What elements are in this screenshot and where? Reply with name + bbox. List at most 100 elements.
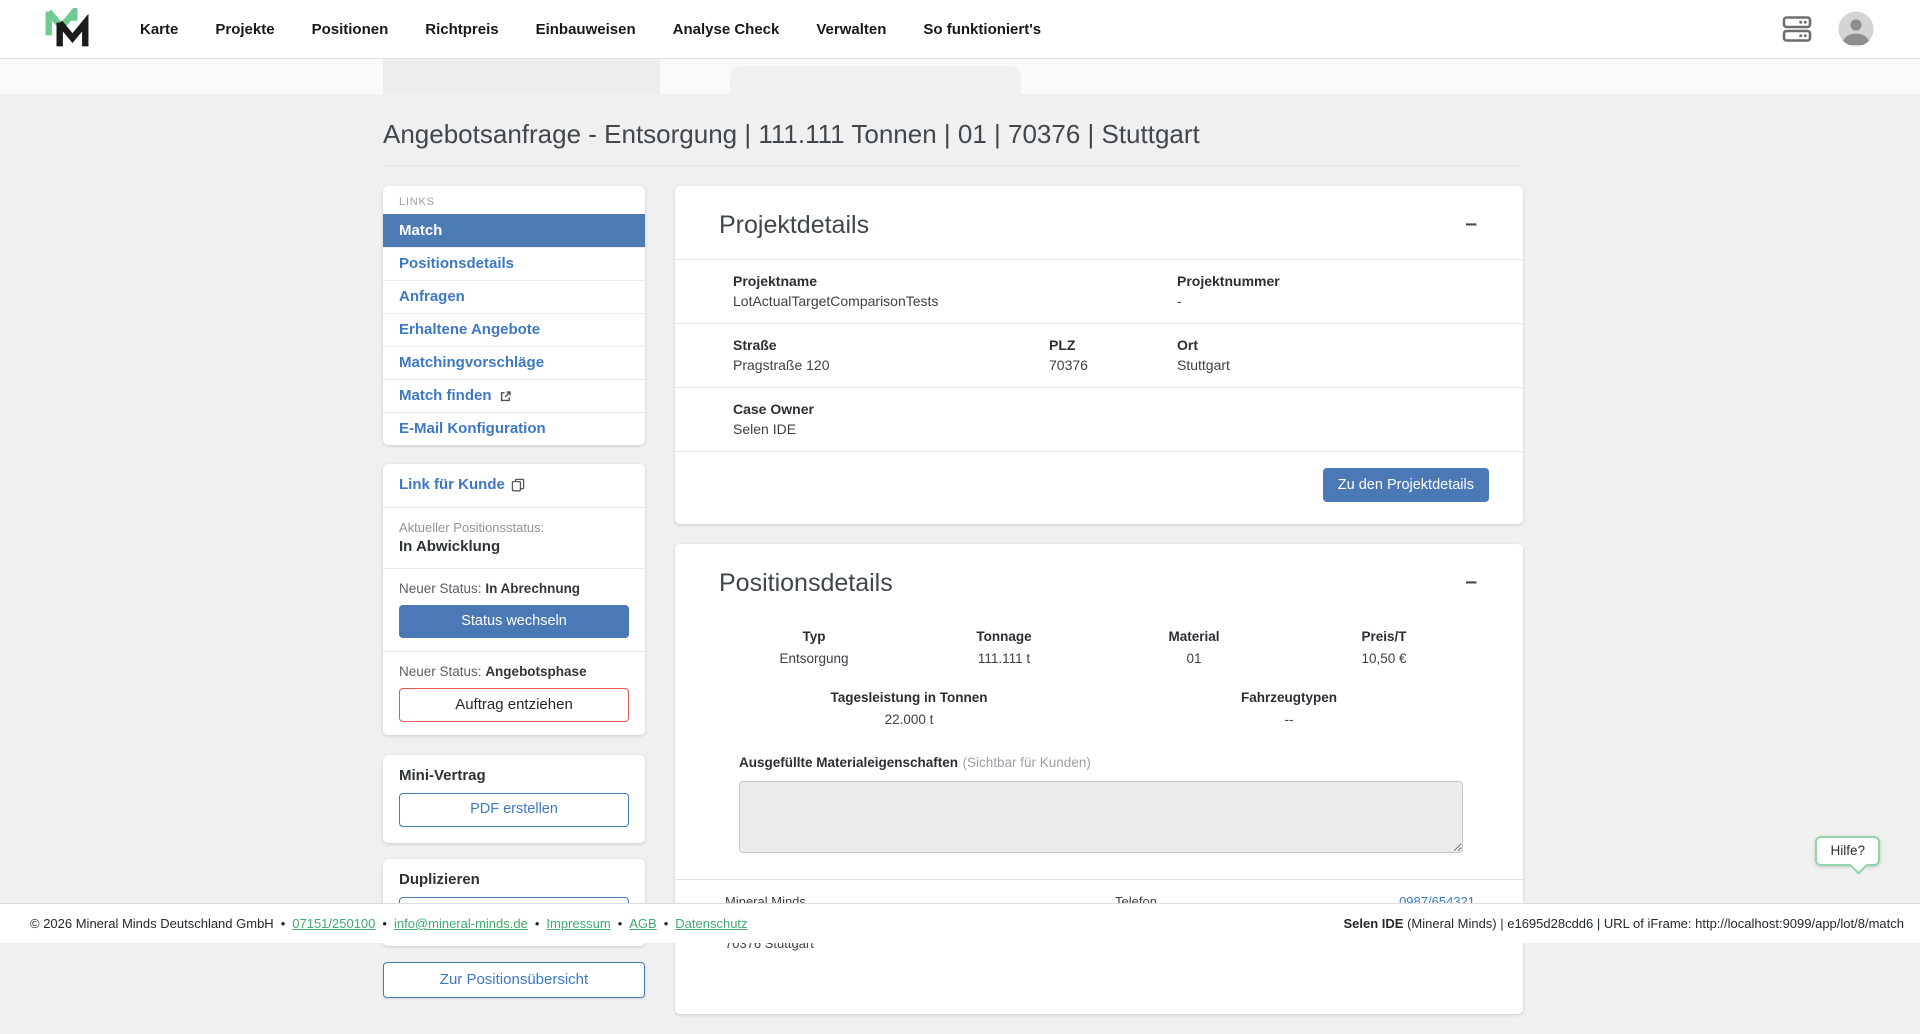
field-fahrzeugtypen: Fahrzeugtypen -- (1099, 690, 1479, 727)
field-value: -- (1099, 712, 1479, 727)
copy-icon[interactable] (511, 478, 525, 492)
pdf-erstellen-button[interactable]: PDF erstellen (399, 793, 629, 826)
zu-den-projektdetails-button[interactable]: Zu den Projektdetails (1323, 468, 1489, 502)
auftrag-entziehen-button[interactable]: Auftrag entziehen (399, 688, 629, 722)
field-value: 10,50 € (1289, 651, 1479, 666)
footer-separator: • (535, 916, 540, 931)
positionsdetails-title: Positionsdetails (719, 569, 893, 598)
links-card: LINKS Match Positionsdetails Anfragen Er… (383, 186, 645, 445)
status-wechseln-button[interactable]: Status wechseln (399, 605, 629, 638)
field-label: Fahrzeugtypen (1099, 690, 1479, 705)
material-properties-textarea[interactable] (739, 781, 1463, 853)
nav-menu: Karte Projekte Positionen Richtpreis Ein… (140, 21, 1041, 38)
field-label: Typ (719, 629, 909, 644)
footer-session-rest: (Mineral Minds) | e1695d28cdd6 | URL of … (1403, 916, 1904, 931)
nav-item-projekte[interactable]: Projekte (215, 21, 274, 38)
field-plz: PLZ 70376 (1049, 337, 1177, 373)
nav-item-analyse-check[interactable]: Analyse Check (673, 21, 780, 38)
field-projektnummer: Projektnummer - (1177, 273, 1280, 309)
next-status-line: Neuer Status: In Abrechnung (399, 581, 629, 596)
nav-item-einbauweisen[interactable]: Einbauweisen (536, 21, 636, 38)
current-status-value: In Abwicklung (399, 538, 629, 555)
field-tagesleistung: Tagesleistung in Tonnen 22.000 t (719, 690, 1099, 727)
footer-separator: • (664, 916, 669, 931)
server-stack-icon[interactable] (1782, 14, 1812, 44)
field-projektname: Projektname LotActualTargetComparisonTes… (733, 273, 1177, 309)
hilfe-button[interactable]: Hilfe? (1815, 836, 1880, 866)
external-link-icon (499, 390, 512, 403)
material-properties-hint: (Sichtbar für Kunden) (963, 755, 1091, 770)
sidebar-item-anfragen[interactable]: Anfragen (383, 280, 645, 313)
next-status-value: In Abrechnung (485, 581, 580, 596)
field-label: PLZ (1049, 337, 1177, 353)
nav-item-so-funktionierts[interactable]: So funktioniert's (923, 21, 1041, 38)
sidebar-item-matchingvorschlaege[interactable]: Matchingvorschläge (383, 346, 645, 379)
next-status-label: Neuer Status: (399, 664, 482, 679)
footer-user: Selen IDE (1343, 916, 1403, 931)
footer-agb-link[interactable]: AGB (629, 916, 656, 931)
field-value: Pragstraße 120 (733, 357, 1049, 373)
collapse-icon[interactable]: – (1459, 211, 1483, 236)
nav-item-verwalten[interactable]: Verwalten (816, 21, 886, 38)
sidebar: LINKS Match Positionsdetails Anfragen Er… (383, 186, 645, 998)
next-status-value: Angebotsphase (485, 664, 586, 679)
field-label: Preis/T (1289, 629, 1479, 644)
projektdetails-card: Projektdetails – Projektname LotActualTa… (675, 186, 1523, 524)
field-case-owner: Case Owner Selen IDE (733, 401, 814, 437)
next-status-label: Neuer Status: (399, 581, 482, 596)
sidebar-item-match[interactable]: Match (383, 214, 645, 247)
field-label: Tagesleistung in Tonnen (719, 690, 1099, 705)
sidebar-item-label: Match finden (399, 387, 492, 404)
sidebar-item-positionsdetails[interactable]: Positionsdetails (383, 247, 645, 280)
field-value: LotActualTargetComparisonTests (733, 293, 1177, 309)
user-avatar-icon[interactable] (1838, 11, 1874, 47)
links-card-header: LINKS (383, 186, 645, 214)
mini-vertrag-title: Mini-Vertrag (399, 767, 629, 784)
footer-separator: • (618, 916, 623, 931)
field-material: Material 01 (1099, 629, 1289, 666)
field-value: Stuttgart (1177, 357, 1230, 373)
footer-separator: • (281, 916, 286, 931)
contact-section: Mineral Minds Pragstraße 70376 Stuttgart… (675, 879, 1523, 1014)
footer-datenschutz-link[interactable]: Datenschutz (675, 916, 747, 931)
skeleton-block (383, 59, 660, 94)
nav-item-karte[interactable]: Karte (140, 21, 178, 38)
field-label: Case Owner (733, 401, 814, 417)
footer-email-link[interactable]: info@mineral-minds.de (394, 916, 528, 931)
field-value: Selen IDE (733, 421, 814, 437)
field-value: 70376 (1049, 357, 1177, 373)
mineral-minds-logo[interactable] (44, 8, 90, 50)
mini-vertrag-card: Mini-Vertrag PDF erstellen (383, 755, 645, 842)
duplizieren-title: Duplizieren (399, 871, 629, 888)
footer-impressum-link[interactable]: Impressum (546, 916, 610, 931)
collapse-icon[interactable]: – (1459, 569, 1483, 594)
link-fuer-kunde-label: Link für Kunde (399, 476, 505, 493)
status-card: Link für Kunde Aktueller Positionsstatus… (383, 464, 645, 735)
field-value: - (1177, 293, 1280, 309)
top-navigation: Karte Projekte Positionen Richtpreis Ein… (0, 0, 1920, 59)
field-value: 111.111 t (909, 651, 1099, 666)
sidebar-item-erhaltene-angebote[interactable]: Erhaltene Angebote (383, 313, 645, 346)
field-label: Straße (733, 337, 1049, 353)
footer-separator: • (382, 916, 387, 931)
material-properties-section: Ausgefüllte Materialeigenschaften (Sicht… (675, 727, 1523, 853)
logo-icon (44, 8, 90, 50)
footer-phone-link[interactable]: 07151/250100 (292, 916, 375, 931)
positionsdetails-card: Positionsdetails – Typ Entsorgung Tonnag… (675, 544, 1523, 1014)
nav-right-icons (1782, 11, 1874, 47)
nav-item-positionen[interactable]: Positionen (312, 21, 389, 38)
sidebar-item-email-konfiguration[interactable]: E-Mail Konfiguration (383, 412, 645, 445)
nav-item-richtpreis[interactable]: Richtpreis (425, 21, 498, 38)
next-status-line: Neuer Status: Angebotsphase (399, 664, 629, 679)
footer: © 2026 Mineral Minds Deutschland GmbH • … (0, 903, 1920, 943)
link-fuer-kunde[interactable]: Link für Kunde (399, 476, 525, 493)
footer-session-info: Selen IDE (Mineral Minds) | e1695d28cdd6… (1343, 916, 1904, 931)
field-label: Tonnage (909, 629, 1099, 644)
zur-positionsuebersicht-button[interactable]: Zur Positionsübersicht (383, 962, 645, 998)
field-value: 01 (1099, 651, 1289, 666)
sub-header-strip (0, 59, 1920, 94)
sidebar-item-match-finden[interactable]: Match finden (383, 379, 645, 412)
field-strasse: Straße Pragstraße 120 (733, 337, 1049, 373)
field-label: Projektnummer (1177, 273, 1280, 289)
current-status-label: Aktueller Positionsstatus: (399, 520, 629, 535)
